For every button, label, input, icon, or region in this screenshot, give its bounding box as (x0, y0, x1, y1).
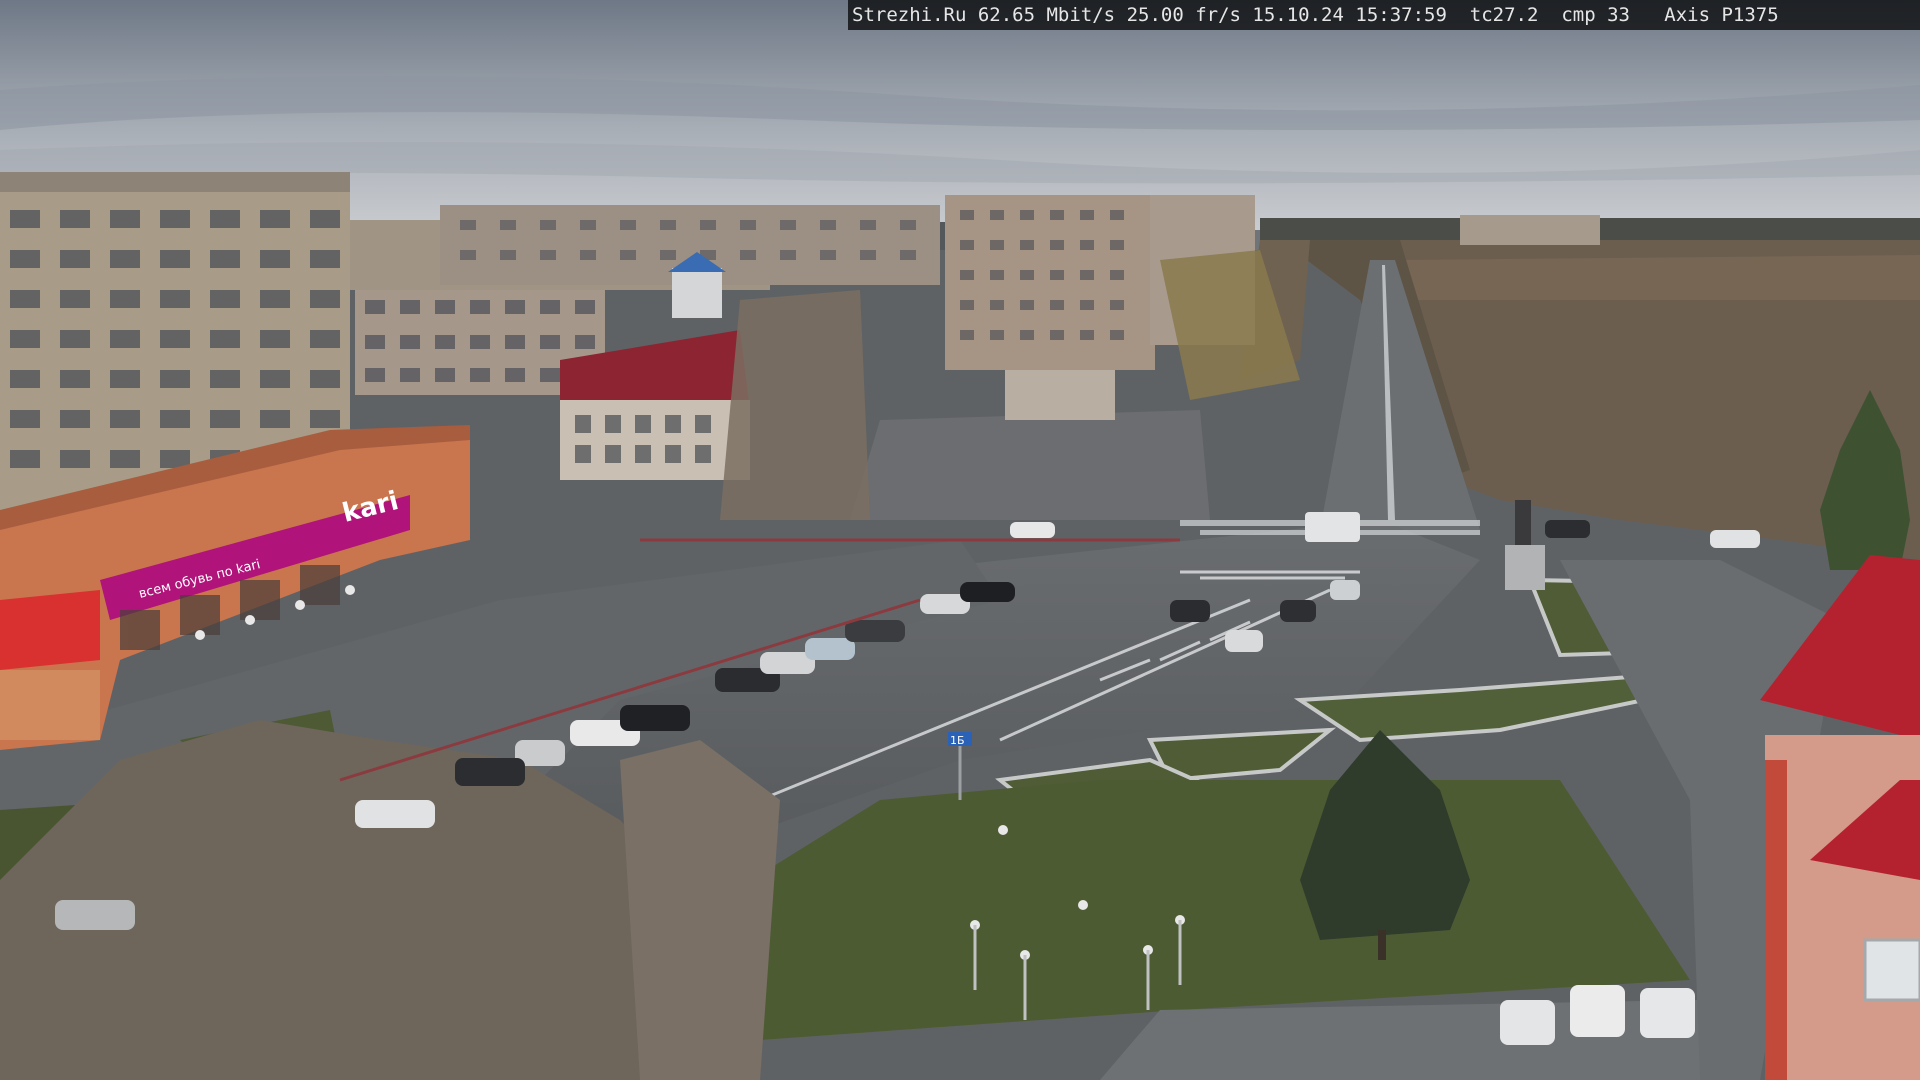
car (55, 900, 135, 930)
osd-date: 15.10.24 (1252, 4, 1344, 26)
monument-base (1505, 545, 1545, 590)
car (620, 705, 690, 731)
car (805, 638, 855, 660)
tower-sign-strip (1765, 760, 1787, 1080)
birch-trees-foreground (620, 740, 780, 1080)
red-corner-block (0, 590, 100, 670)
car (1710, 530, 1760, 548)
car (1170, 600, 1210, 622)
camera-frame: kari всем обувь по kari 1Б Strezhi.Ru 62… (0, 0, 1920, 1080)
car (960, 582, 1015, 602)
truck (1305, 512, 1360, 542)
car (1225, 630, 1263, 652)
osd-camera: Axis P1375 (1664, 4, 1779, 26)
car (1570, 985, 1625, 1037)
bare-trees (720, 290, 870, 520)
car (1640, 988, 1695, 1038)
osd-tc: tc27.2 (1469, 4, 1539, 26)
low-building (1005, 370, 1115, 420)
apartment-roof (0, 172, 350, 192)
osd-time: 15:37:59 (1355, 4, 1447, 26)
bus-stop-sign-text: 1Б (950, 734, 965, 747)
car (845, 620, 905, 642)
distant-building-right (1460, 215, 1600, 245)
birch-forest-right (1400, 255, 1920, 300)
store-lower-wall (0, 670, 100, 740)
monument (1515, 500, 1531, 545)
central-tower-building (945, 195, 1155, 370)
square-plaza (850, 410, 1210, 520)
car (1010, 522, 1055, 538)
car (455, 758, 525, 786)
street-scene: kari всем обувь по kari 1Б (0, 0, 1920, 1080)
camera-osd-overlay: Strezhi.Ru 62.65 Mbit/s 25.00 fr/s 15.10… (848, 0, 1920, 30)
red-roof-building-wall (560, 400, 750, 480)
osd-site: Strezhi.Ru (852, 4, 967, 26)
car (355, 800, 435, 828)
osd-cmp: cmp 33 (1561, 4, 1630, 26)
car (1500, 1000, 1555, 1045)
osd-bitrate: 62.65 Mbit/s (977, 4, 1116, 26)
blue-roof-tower (672, 268, 722, 318)
car (1280, 600, 1316, 622)
car (1330, 580, 1360, 600)
car (1545, 520, 1590, 538)
fir-trunk (1378, 930, 1386, 960)
osd-framerate: 25.00 fr/s (1126, 4, 1241, 26)
tower-window (1863, 938, 1920, 1002)
